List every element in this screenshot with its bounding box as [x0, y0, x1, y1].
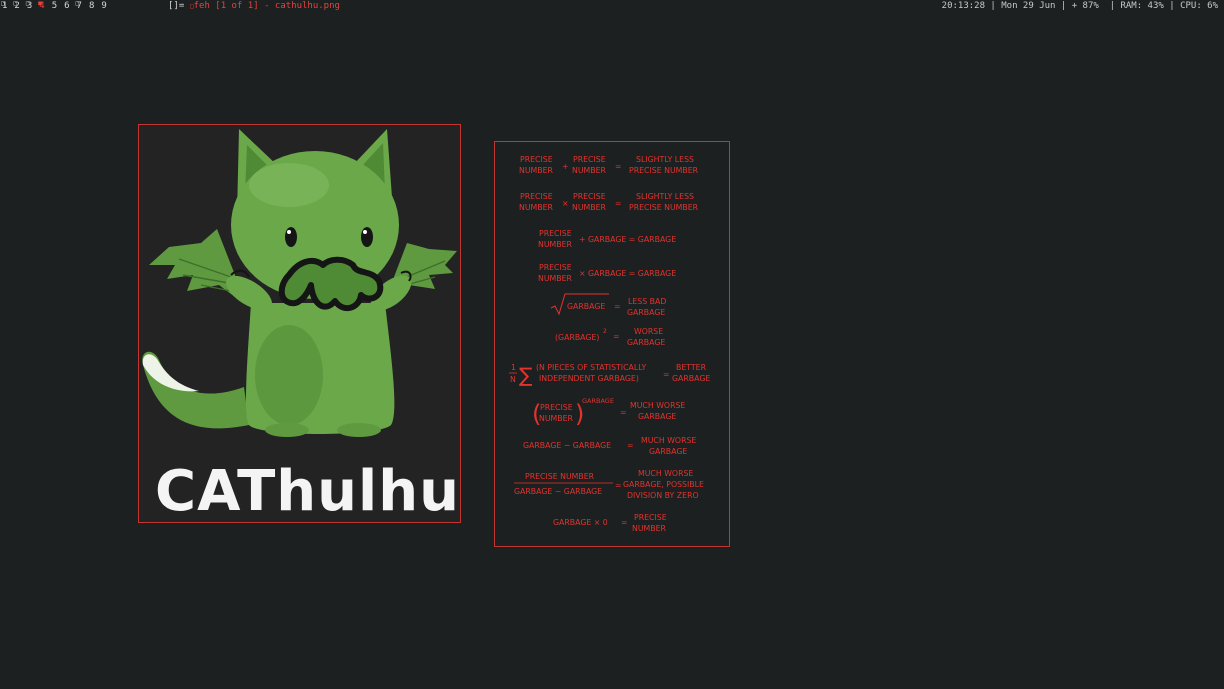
occupied-dot-icon: □	[25, 0, 30, 7]
layout-symbol[interactable]: []=	[168, 0, 184, 13]
eq-text: =	[620, 408, 627, 417]
eq-text: PRECISE NUMBER	[525, 472, 595, 481]
eq-text: NUMBER	[519, 203, 554, 212]
right-eye-shine	[363, 230, 367, 234]
eq-text: SLIGHTLY LESS	[636, 192, 694, 201]
workspace-tag-2[interactable]: □ 2	[13, 0, 19, 13]
eq-text: =	[621, 518, 628, 527]
eq-text: =	[615, 199, 622, 208]
eq-text: × GARBAGE = GARBAGE	[579, 269, 676, 278]
occupied-dot-icon: ■	[38, 0, 42, 7]
right-foot	[337, 423, 381, 437]
eq-text: INDEPENDENT GARBAGE)	[539, 374, 639, 383]
workspace-tag-label: 5	[51, 1, 58, 11]
right-eye	[361, 227, 373, 247]
sum-sign: ∑	[519, 363, 533, 387]
eq-text: MUCH WORSE	[638, 469, 693, 478]
eq-text: MUCH WORSE	[641, 436, 696, 445]
eq-text: PRECISE	[573, 192, 606, 201]
eq-text: =	[615, 481, 622, 490]
eq-text: GARBAGE	[582, 397, 614, 405]
eq-text: N	[510, 375, 516, 384]
workspace-tag-6[interactable]: 6	[64, 0, 69, 13]
eq-text: NUMBER	[519, 166, 554, 175]
eq-text: PRECISE	[520, 155, 553, 164]
garbage-math-comic: PRECISE NUMBER + PRECISE NUMBER = SLIGHT…	[509, 155, 710, 533]
eq-text: (N PIECES OF STATISTICALLY	[536, 363, 647, 372]
eq-text: PRECISE	[520, 192, 553, 201]
eq-text: WORSE	[634, 327, 663, 336]
eq-text: +	[562, 162, 569, 171]
eq-text: GARBAGE	[649, 447, 687, 456]
eq-text: GARBAGE − GARBAGE	[523, 441, 611, 450]
workspace-tag-9[interactable]: 9	[101, 0, 106, 13]
eq-text: GARBAGE	[672, 374, 710, 383]
status-bar: □ 1 □ 2 □ 3 ■ 4 5 6 □ 7 8 9 []= □feh [1 of 1]…	[0, 0, 1224, 13]
eq-text: GARBAGE × 0	[553, 518, 608, 527]
left-eye-shine	[287, 230, 291, 234]
workspace-tag-1[interactable]: □ 1	[1, 0, 7, 13]
eq-text: ×	[562, 199, 569, 208]
eq-text: 1	[511, 363, 516, 372]
eq-text: GARBAGE	[627, 308, 665, 317]
window-title-text: feh [1 of 1] - cathulhu.png	[193, 1, 340, 11]
eq-text: =	[614, 302, 621, 311]
feh-window-garbage-math[interactable]: PRECISE NUMBER + PRECISE NUMBER = SLIGHT…	[494, 141, 730, 547]
eq-text: SLIGHTLY LESS	[636, 155, 694, 164]
eq-text: DIVISION BY ZERO	[627, 491, 699, 500]
eq-text: PRECISE	[539, 263, 572, 272]
eq-text: GARBAGE − GARBAGE	[514, 487, 602, 496]
left-eye	[285, 227, 297, 247]
eq-text: NUMBER	[538, 240, 573, 249]
eq-text: GARBAGE, POSSIBLE	[623, 480, 704, 489]
eq-text: LESS BAD	[628, 297, 666, 306]
cathulhu-caption: CAThulhu	[155, 459, 460, 523]
eq-text: NUMBER	[572, 203, 607, 212]
head-highlight	[249, 163, 329, 207]
eq-text: PRECISE	[573, 155, 606, 164]
workspace-tag-label: 6	[64, 1, 70, 11]
eq-text: BETTER	[676, 363, 707, 372]
left-foot	[265, 423, 309, 437]
eq-text: NUMBER	[539, 414, 574, 423]
eq-text: GARBAGE	[567, 302, 605, 311]
occupied-dot-icon: □	[13, 0, 18, 7]
workspace-tags: □ 1 □ 2 □ 3 ■ 4 5 6 □ 7 8 9	[1, 0, 114, 13]
eq-text: MUCH WORSE	[630, 401, 685, 410]
feh-window-cathulhu[interactable]: CAThulhu	[138, 124, 461, 523]
eq-text: GARBAGE	[627, 338, 665, 347]
eq-text: =	[613, 332, 620, 341]
workspace-tag-8[interactable]: 8	[89, 0, 94, 13]
status-text: 20:13:28 | Mon 29 Jun | + 87% | RAM: 43%…	[941, 1, 1218, 11]
eq-text: PRECISE NUMBER	[629, 166, 699, 175]
eq-text: + GARBAGE = GARBAGE	[579, 235, 676, 244]
workspace-tag-7[interactable]: □ 7	[75, 0, 82, 13]
occupied-dot-icon: □	[75, 0, 80, 7]
eq-text: NUMBER	[538, 274, 573, 283]
workspace-tag-label: 8	[88, 1, 95, 11]
eq-text: PRECISE	[539, 229, 572, 238]
eq-text: PRECISE NUMBER	[629, 203, 699, 212]
eq-text: =	[663, 370, 670, 379]
eq-text: =	[627, 441, 634, 450]
workspace-tag-label: 9	[101, 1, 107, 11]
eq-text: 2	[603, 328, 607, 335]
eq-text: PRECISE	[634, 513, 667, 522]
occupied-dot-icon: □	[1, 0, 5, 7]
eq-text: NUMBER	[572, 166, 607, 175]
belly-shadow	[255, 325, 323, 425]
workspace-tag-3[interactable]: □ 3	[25, 0, 32, 13]
eq-text: PRECISE	[540, 403, 573, 412]
workspace-tag-4[interactable]: ■ 4	[38, 0, 44, 13]
eq-text: (GARBAGE)	[555, 333, 599, 342]
window-title: □feh [1 of 1] - cathulhu.png	[190, 0, 340, 13]
eq-text: =	[615, 162, 622, 171]
eq-text: GARBAGE	[638, 412, 676, 421]
eq-text: NUMBER	[632, 524, 667, 533]
workspace-tag-5[interactable]: 5	[52, 0, 57, 13]
